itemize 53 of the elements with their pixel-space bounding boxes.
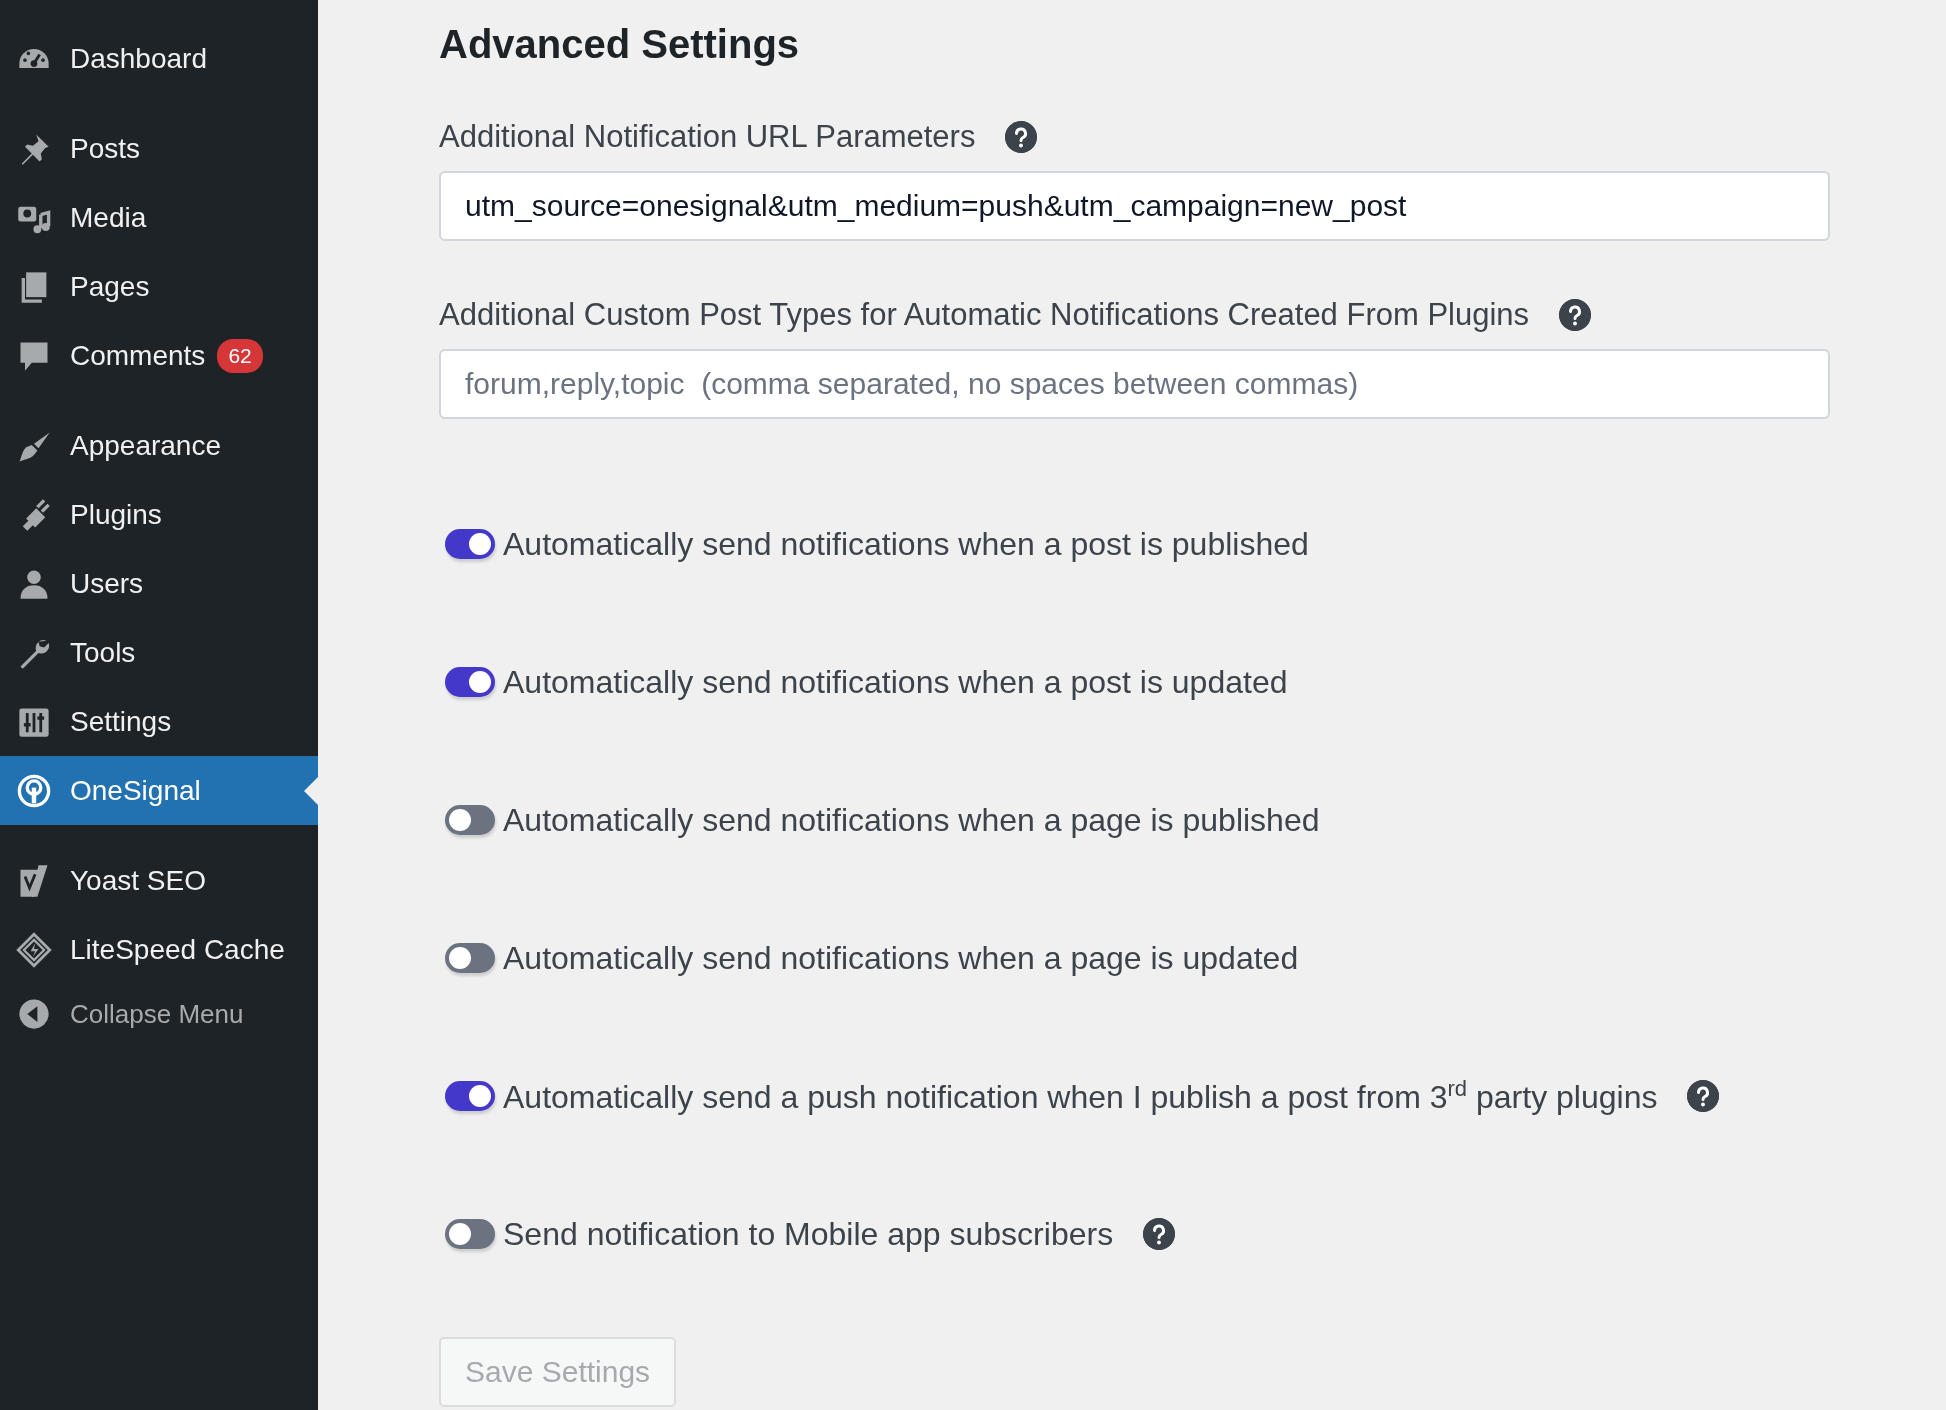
menu-label: Tools	[70, 636, 136, 669]
sidebar-item[interactable]: Yoast SEO	[0, 846, 318, 915]
current-page-pointer	[304, 776, 318, 805]
toggle-label: Automatically send notifications when a post is updated	[503, 663, 1288, 701]
menu-label: Appearance	[70, 429, 221, 462]
help-icon[interactable]	[1559, 299, 1592, 331]
sidebar-item[interactable]: Posts	[0, 114, 318, 183]
menu-label: Posts	[70, 132, 141, 165]
count-badge: 62	[217, 338, 263, 373]
toggle-switch[interactable]	[445, 667, 495, 697]
diamond-icon	[16, 931, 52, 968]
section-title: Advanced Settings	[439, 22, 801, 67]
help-icon[interactable]	[1143, 1218, 1176, 1250]
field-label: Additional Notification URL Parameters	[439, 119, 976, 155]
toggle-switch[interactable]	[445, 529, 495, 559]
toggle-label: Automatically send notifications when a page is published	[503, 801, 1320, 839]
sidebar-item[interactable]: Plugins	[0, 480, 318, 549]
signal-circle-icon	[16, 772, 52, 809]
text-field[interactable]: utm_source=onesignal&utm_medium=push&utm_campaign=new_post	[439, 171, 1830, 241]
sidebar-item[interactable]: LiteSpeed Cache	[0, 915, 318, 984]
menu-label: Settings	[70, 705, 172, 738]
menu-label: Users	[70, 567, 144, 600]
sidebar-item[interactable]: Settings	[0, 687, 318, 756]
menu-label: Media	[70, 201, 147, 234]
menu-label: Pages	[70, 270, 150, 303]
collapse-menu-item[interactable]: Collapse Menu	[0, 984, 318, 1044]
toggle-switch[interactable]	[445, 1081, 495, 1111]
menu-label: OneSignal	[70, 774, 201, 807]
toggle-label: Automatically send a push notification when I publish a post from 3$^{rd}$ party plugins	[503, 1076, 1658, 1116]
menu-label: LiteSpeed Cache	[70, 933, 285, 966]
menu-label: Yoast SEO	[70, 864, 206, 897]
sidebar-item[interactable]: Tools	[0, 618, 318, 687]
menu-label: Comments	[70, 339, 206, 372]
toggle-switch[interactable]	[445, 943, 495, 973]
sidebar-item[interactable]: Comments 62	[0, 321, 318, 390]
menu-label: Collapse Menu	[70, 998, 244, 1030]
sidebar-item[interactable]: Appearance	[0, 411, 318, 480]
help-icon[interactable]	[1005, 121, 1038, 153]
toggle-label: Automatically send notifications when a page is updated	[503, 939, 1299, 977]
toggle-switch[interactable]	[445, 805, 495, 835]
menu-label: Dashboard	[70, 42, 207, 75]
sidebar-item[interactable]: Pages	[0, 252, 318, 321]
sidebar-item[interactable]: Users	[0, 549, 318, 618]
field-label: Additional Custom Post Types for Automatic Notifications Created From Plugins	[439, 297, 1530, 333]
sidebar-item[interactable]: Dashboard	[0, 24, 318, 93]
toggle-label: Automatically send notifications when a post is published	[503, 525, 1309, 563]
toggle-switch[interactable]	[445, 1219, 495, 1249]
menu-label: Plugins	[70, 498, 162, 531]
text-field[interactable]: forum,reply,topic (comma separated, no spaces between commas)	[439, 349, 1830, 419]
toggle-label: Send notification to Mobile app subscribers	[503, 1215, 1114, 1253]
sidebar-item[interactable]: OneSignal	[0, 756, 318, 825]
help-icon[interactable]	[1687, 1080, 1720, 1112]
sidebar-item[interactable]: Media	[0, 183, 318, 252]
